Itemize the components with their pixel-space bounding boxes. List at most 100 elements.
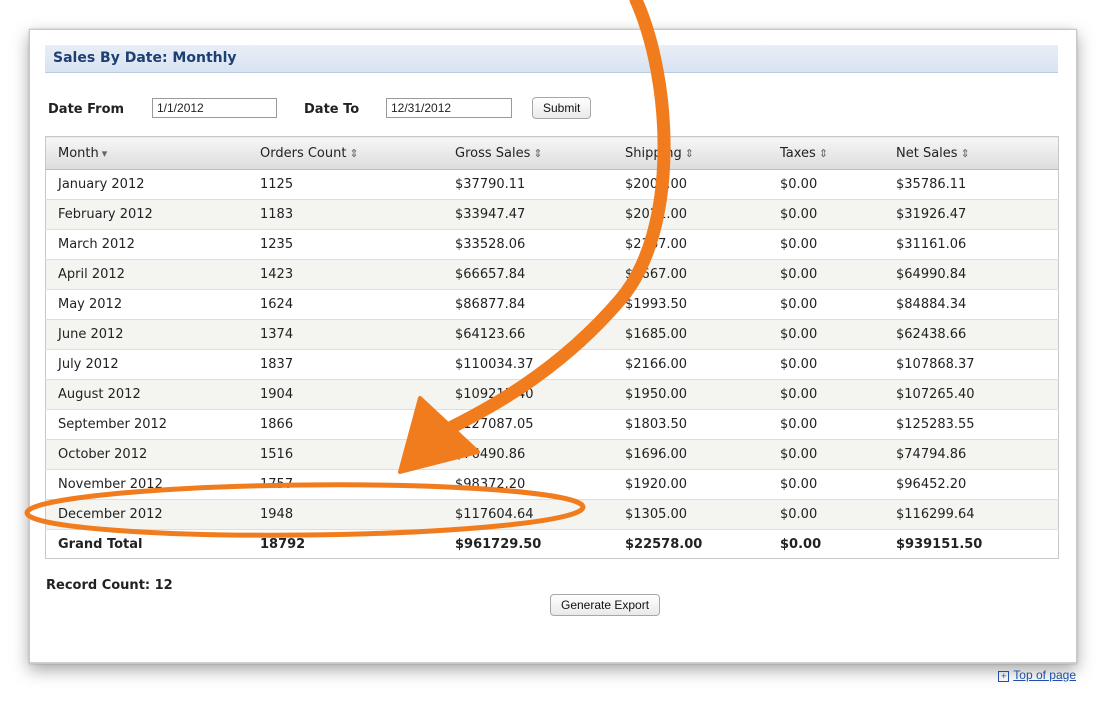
shipping-cell: $2004.00 bbox=[613, 169, 768, 200]
taxes-cell: $0.00 bbox=[768, 469, 884, 500]
table-row: August 2012 1904 $109215.40 $1950.00 $0.00 $1… bbox=[45, 379, 1059, 410]
month-cell: April 2012 bbox=[45, 259, 248, 290]
taxes-cell: $0.00 bbox=[768, 409, 884, 440]
sort-icon: ⇕ bbox=[533, 146, 543, 160]
page-title: Sales By Date: Monthly bbox=[53, 50, 237, 66]
table-row: October 2012 1516 $76490.86 $1696.00 $0.00 $7… bbox=[45, 439, 1059, 470]
top-of-page-label: Top of page bbox=[1013, 668, 1076, 682]
date-to-input[interactable] bbox=[386, 98, 512, 118]
taxes-cell: $0.00 bbox=[768, 439, 884, 470]
date-filter: Date From Date To Submit bbox=[48, 97, 748, 122]
gross-sales-cell: $86877.84 bbox=[443, 289, 613, 320]
orders-count-cell: 1837 bbox=[248, 349, 443, 380]
divider bbox=[30, 662, 1076, 663]
report-window: Sales By Date: Monthly Date From Date To… bbox=[29, 29, 1077, 664]
net-sales-cell: $31926.47 bbox=[884, 199, 1059, 230]
orders-count-cell: 1423 bbox=[248, 259, 443, 290]
column-header-shipping[interactable]: Shipping ⇕ bbox=[613, 136, 768, 170]
total-gross-sales: $961729.50 bbox=[443, 529, 613, 559]
shipping-cell: $1920.00 bbox=[613, 469, 768, 500]
record-count: Record Count: 12 bbox=[46, 578, 173, 593]
orders-count-cell: 1757 bbox=[248, 469, 443, 500]
gross-sales-cell: $109215.40 bbox=[443, 379, 613, 410]
net-sales-cell: $96452.20 bbox=[884, 469, 1059, 500]
gross-sales-cell: $98372.20 bbox=[443, 469, 613, 500]
sort-icon: ▾ bbox=[101, 146, 108, 160]
month-cell: November 2012 bbox=[45, 469, 248, 500]
net-sales-cell: $107265.40 bbox=[884, 379, 1059, 410]
month-cell: August 2012 bbox=[45, 379, 248, 410]
date-to-label: Date To bbox=[304, 102, 360, 117]
orders-count-cell: 1904 bbox=[248, 379, 443, 410]
gross-sales-cell: $37790.11 bbox=[443, 169, 613, 200]
table-row: January 2012 1125 $37790.11 $2004.00 $0.00 $3… bbox=[45, 169, 1059, 200]
grand-total-label: Grand Total bbox=[45, 529, 248, 559]
table-header-row: Month ▾ Orders Count ⇕ Gross Sales ⇕ Shippi… bbox=[45, 136, 1059, 170]
gross-sales-cell: $76490.86 bbox=[443, 439, 613, 470]
month-cell: July 2012 bbox=[45, 349, 248, 380]
orders-count-cell: 1235 bbox=[248, 229, 443, 260]
submit-button[interactable]: Submit bbox=[532, 97, 592, 119]
orders-count-cell: 1866 bbox=[248, 409, 443, 440]
total-shipping: $22578.00 bbox=[613, 529, 768, 559]
month-cell: January 2012 bbox=[45, 169, 248, 200]
taxes-cell: $0.00 bbox=[768, 379, 884, 410]
orders-count-cell: 1183 bbox=[248, 199, 443, 230]
shipping-cell: $2367.00 bbox=[613, 229, 768, 260]
shipping-cell: $1803.50 bbox=[613, 409, 768, 440]
column-header-orders-count[interactable]: Orders Count ⇕ bbox=[248, 136, 443, 170]
top-of-page-link[interactable]: + Top of page bbox=[998, 668, 1076, 682]
orders-count-cell: 1374 bbox=[248, 319, 443, 350]
gross-sales-cell: $110034.37 bbox=[443, 349, 613, 380]
table-row: May 2012 1624 $86877.84 $1993.50 $0.00 $84884… bbox=[45, 289, 1059, 320]
net-sales-cell: $35786.11 bbox=[884, 169, 1059, 200]
table-row: November 2012 1757 $98372.20 $1920.00 $0.00 $… bbox=[45, 469, 1059, 500]
month-cell: October 2012 bbox=[45, 439, 248, 470]
shipping-cell: $2166.00 bbox=[613, 349, 768, 380]
shipping-cell: $1950.00 bbox=[613, 379, 768, 410]
net-sales-cell: $116299.64 bbox=[884, 499, 1059, 530]
table-row: February 2012 1183 $33947.47 $2021.00 $0.00 $… bbox=[45, 199, 1059, 230]
sort-icon: ⇕ bbox=[684, 146, 694, 160]
taxes-cell: $0.00 bbox=[768, 199, 884, 230]
table-row: September 2012 1866 $127087.05 $1803.50 $0.0… bbox=[45, 409, 1059, 440]
date-from-label: Date From bbox=[48, 102, 125, 117]
total-orders-count: 18792 bbox=[248, 529, 443, 559]
total-net-sales: $939151.50 bbox=[884, 529, 1059, 559]
total-taxes: $0.00 bbox=[768, 529, 884, 559]
column-header-taxes[interactable]: Taxes ⇕ bbox=[768, 136, 884, 170]
table-row: June 2012 1374 $64123.66 $1685.00 $0.00 $6243… bbox=[45, 319, 1059, 350]
net-sales-cell: $62438.66 bbox=[884, 319, 1059, 350]
net-sales-cell: $74794.86 bbox=[884, 439, 1059, 470]
column-header-net-sales[interactable]: Net Sales ⇕ bbox=[884, 136, 1059, 170]
panel-header: Sales By Date: Monthly bbox=[45, 45, 1058, 73]
column-header-month[interactable]: Month ▾ bbox=[45, 136, 248, 170]
column-header-gross-sales[interactable]: Gross Sales ⇕ bbox=[443, 136, 613, 170]
shipping-cell: $1696.00 bbox=[613, 439, 768, 470]
month-cell: June 2012 bbox=[45, 319, 248, 350]
shipping-cell: $2021.00 bbox=[613, 199, 768, 230]
table-row: April 2012 1423 $66657.84 $1667.00 $0.00 $649… bbox=[45, 259, 1059, 290]
sort-icon: ⇕ bbox=[349, 146, 359, 160]
table-row: March 2012 1235 $33528.06 $2367.00 $0.00 $311… bbox=[45, 229, 1059, 260]
month-cell: February 2012 bbox=[45, 199, 248, 230]
shipping-cell: $1993.50 bbox=[613, 289, 768, 320]
orders-count-cell: 1125 bbox=[248, 169, 443, 200]
orders-count-cell: 1948 bbox=[248, 499, 443, 530]
taxes-cell: $0.00 bbox=[768, 229, 884, 260]
gross-sales-cell: $117604.64 bbox=[443, 499, 613, 530]
month-cell: December 2012 bbox=[45, 499, 248, 530]
sort-icon: ⇕ bbox=[818, 146, 829, 160]
sales-table: Month ▾ Orders Count ⇕ Gross Sales ⇕ Shippi… bbox=[45, 136, 1059, 559]
taxes-cell: $0.00 bbox=[768, 349, 884, 380]
gross-sales-cell: $66657.84 bbox=[443, 259, 613, 290]
date-from-input[interactable] bbox=[152, 98, 277, 118]
gross-sales-cell: $64123.66 bbox=[443, 319, 613, 350]
month-cell: March 2012 bbox=[45, 229, 248, 260]
plus-box-icon: + bbox=[998, 671, 1010, 682]
taxes-cell: $0.00 bbox=[768, 289, 884, 320]
grand-total-row: Grand Total 18792 $961729.50 $22578.00 $0.00… bbox=[45, 529, 1059, 559]
shipping-cell: $1667.00 bbox=[613, 259, 768, 290]
generate-export-button[interactable]: Generate Export bbox=[550, 594, 661, 616]
month-cell: September 2012 bbox=[45, 409, 248, 440]
